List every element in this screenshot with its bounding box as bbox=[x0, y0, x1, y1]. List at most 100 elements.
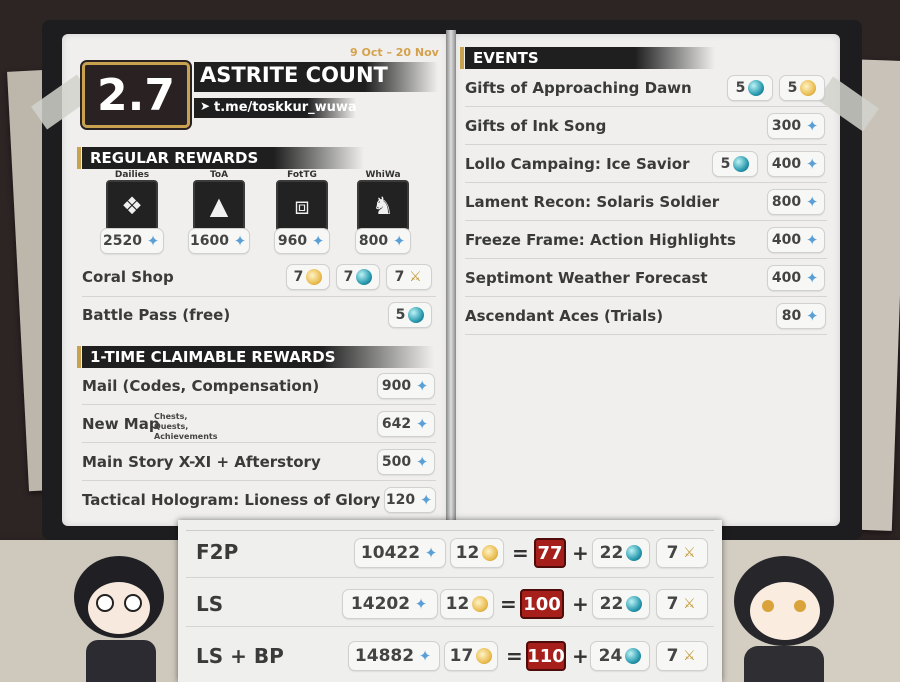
new-map-note: Chests, Quests, Achievements bbox=[154, 412, 218, 441]
version-badge: 2.7 bbox=[80, 60, 192, 130]
divider bbox=[465, 334, 827, 335]
event-value: 80 ✦ bbox=[776, 303, 826, 329]
event-value: 400 ✦ bbox=[767, 265, 825, 291]
jade-icon bbox=[356, 269, 373, 285]
onetime-rewards-header: 1-TIME CLAIMABLE REWARDS bbox=[77, 346, 434, 368]
star-icon: ✦ bbox=[805, 231, 819, 249]
tide-icon: ⚔ bbox=[683, 596, 696, 612]
jade-icon bbox=[626, 545, 643, 561]
star-icon: ✦ bbox=[805, 155, 819, 173]
mail-label: Mail (Codes, Compensation) bbox=[82, 377, 320, 395]
notebook-spine bbox=[446, 30, 456, 530]
event-label: Ascendant Aces (Trials) bbox=[465, 307, 664, 325]
jade-icon bbox=[408, 307, 425, 323]
reward-label: FotTG bbox=[287, 170, 317, 180]
summary-row-label: F2P bbox=[196, 540, 239, 564]
coral-shop-label: Coral Shop bbox=[82, 268, 174, 286]
star-icon: ✦ bbox=[415, 453, 429, 471]
event-label: Freeze Frame: Action Highlights bbox=[465, 231, 736, 249]
coin-icon bbox=[482, 545, 499, 561]
star-icon: ✦ bbox=[415, 415, 429, 433]
event-jade-value: 5 bbox=[712, 151, 758, 177]
event-coin-value: 5 bbox=[779, 75, 825, 101]
fortress-icon: ⧈ bbox=[276, 180, 328, 232]
divider bbox=[465, 144, 827, 145]
reward-label: WhiWa bbox=[365, 170, 401, 180]
event-value: 300 ✦ bbox=[767, 113, 825, 139]
coral-coin-value: 7 bbox=[286, 264, 330, 290]
new-map-value: 642 ✦ bbox=[377, 411, 435, 437]
chibi-rover-illustration bbox=[66, 548, 176, 682]
tide-icon: ⚔ bbox=[683, 545, 696, 561]
coral-tide-value: 7 ⚔ bbox=[386, 264, 432, 290]
telegram-icon: ➤ bbox=[200, 99, 211, 113]
event-label: Lollo Campaing: Ice Savior bbox=[465, 155, 690, 173]
divider bbox=[82, 296, 436, 297]
star-icon: ✦ bbox=[805, 269, 819, 287]
divider bbox=[186, 577, 714, 578]
whiwa-value: 800 ✦ bbox=[355, 228, 411, 254]
event-label: Lament Recon: Solaris Soldier bbox=[465, 193, 720, 211]
coin-icon bbox=[472, 596, 489, 612]
summary-total-value: 100 bbox=[520, 589, 564, 619]
event-label: Gifts of Approaching Dawn bbox=[465, 79, 692, 97]
star-icon: ✦ bbox=[419, 491, 433, 509]
summary-tide-value: 7 ⚔ bbox=[656, 538, 708, 568]
tide-icon: ⚔ bbox=[683, 648, 696, 664]
summary-total-value: 77 bbox=[534, 538, 566, 568]
divider bbox=[465, 258, 827, 259]
star-icon: ✦ bbox=[805, 117, 819, 135]
coin-icon bbox=[476, 648, 493, 664]
coin-icon bbox=[800, 80, 817, 96]
star-icon: ✦ bbox=[392, 232, 406, 250]
hologram-label: Tactical Hologram: Lioness of Glory bbox=[82, 491, 381, 509]
toa-value: 1600 ✦ bbox=[188, 228, 250, 254]
date-range: 9 Oct – 20 Nov bbox=[350, 46, 439, 59]
divider bbox=[82, 404, 436, 405]
jade-icon bbox=[625, 648, 642, 664]
star-icon: ✦ bbox=[233, 232, 247, 250]
event-value: 400 ✦ bbox=[767, 227, 825, 253]
summary-total-value: 110 bbox=[526, 641, 566, 671]
equals-sign: = bbox=[512, 541, 529, 565]
main-story-value: 500 ✦ bbox=[377, 449, 435, 475]
tower-icon: ▲ bbox=[193, 180, 245, 232]
divider bbox=[465, 220, 827, 221]
version-number: 2.7 bbox=[97, 69, 175, 121]
divider bbox=[82, 442, 436, 443]
divider bbox=[186, 530, 714, 531]
chibi-girl-illustration bbox=[724, 552, 844, 682]
summary-astrite-value: 14882 ✦ bbox=[348, 641, 440, 671]
summary-coin-value: 12 bbox=[440, 589, 494, 619]
event-jade-value: 5 bbox=[727, 75, 773, 101]
star-icon: ✦ bbox=[415, 377, 429, 395]
battle-pass-value: 5 bbox=[388, 302, 432, 328]
star-icon: ✦ bbox=[805, 307, 819, 325]
jade-icon bbox=[748, 80, 765, 96]
star-icon: ✦ bbox=[311, 232, 325, 250]
summary-row-label: LS bbox=[196, 592, 224, 616]
summary-jade-value: 24 bbox=[590, 641, 650, 671]
equals-sign: = bbox=[500, 592, 517, 616]
event-label: Septimont Weather Forecast bbox=[465, 269, 708, 287]
coral-jade-value: 7 bbox=[336, 264, 380, 290]
reward-label: Dailies bbox=[114, 170, 150, 180]
fottg-value: 960 ✦ bbox=[274, 228, 330, 254]
main-story-label: Main Story X-XI + Afterstory bbox=[82, 453, 321, 471]
jade-icon bbox=[626, 596, 643, 612]
summary-astrite-value: 14202 ✦ bbox=[342, 589, 438, 619]
divider bbox=[82, 480, 436, 481]
reward-label: ToA bbox=[209, 170, 229, 180]
summary-astrite-value: 10422 ✦ bbox=[354, 538, 446, 568]
telegram-link[interactable]: t.me/toskkur_wuwa bbox=[214, 100, 357, 115]
hologram-value: 120 ✦ bbox=[384, 487, 436, 513]
page-title: ASTRITE COUNT bbox=[200, 63, 388, 87]
dailies-icon: ❖ bbox=[106, 180, 158, 232]
summary-jade-value: 22 bbox=[592, 538, 650, 568]
mail-value: 900 ✦ bbox=[377, 373, 435, 399]
summary-row-label: LS + BP bbox=[196, 644, 284, 668]
events-header: EVENTS bbox=[460, 47, 715, 69]
regular-rewards-header: REGULAR REWARDS bbox=[77, 147, 364, 169]
event-label: Gifts of Ink Song bbox=[465, 117, 607, 135]
coin-icon bbox=[306, 269, 323, 285]
